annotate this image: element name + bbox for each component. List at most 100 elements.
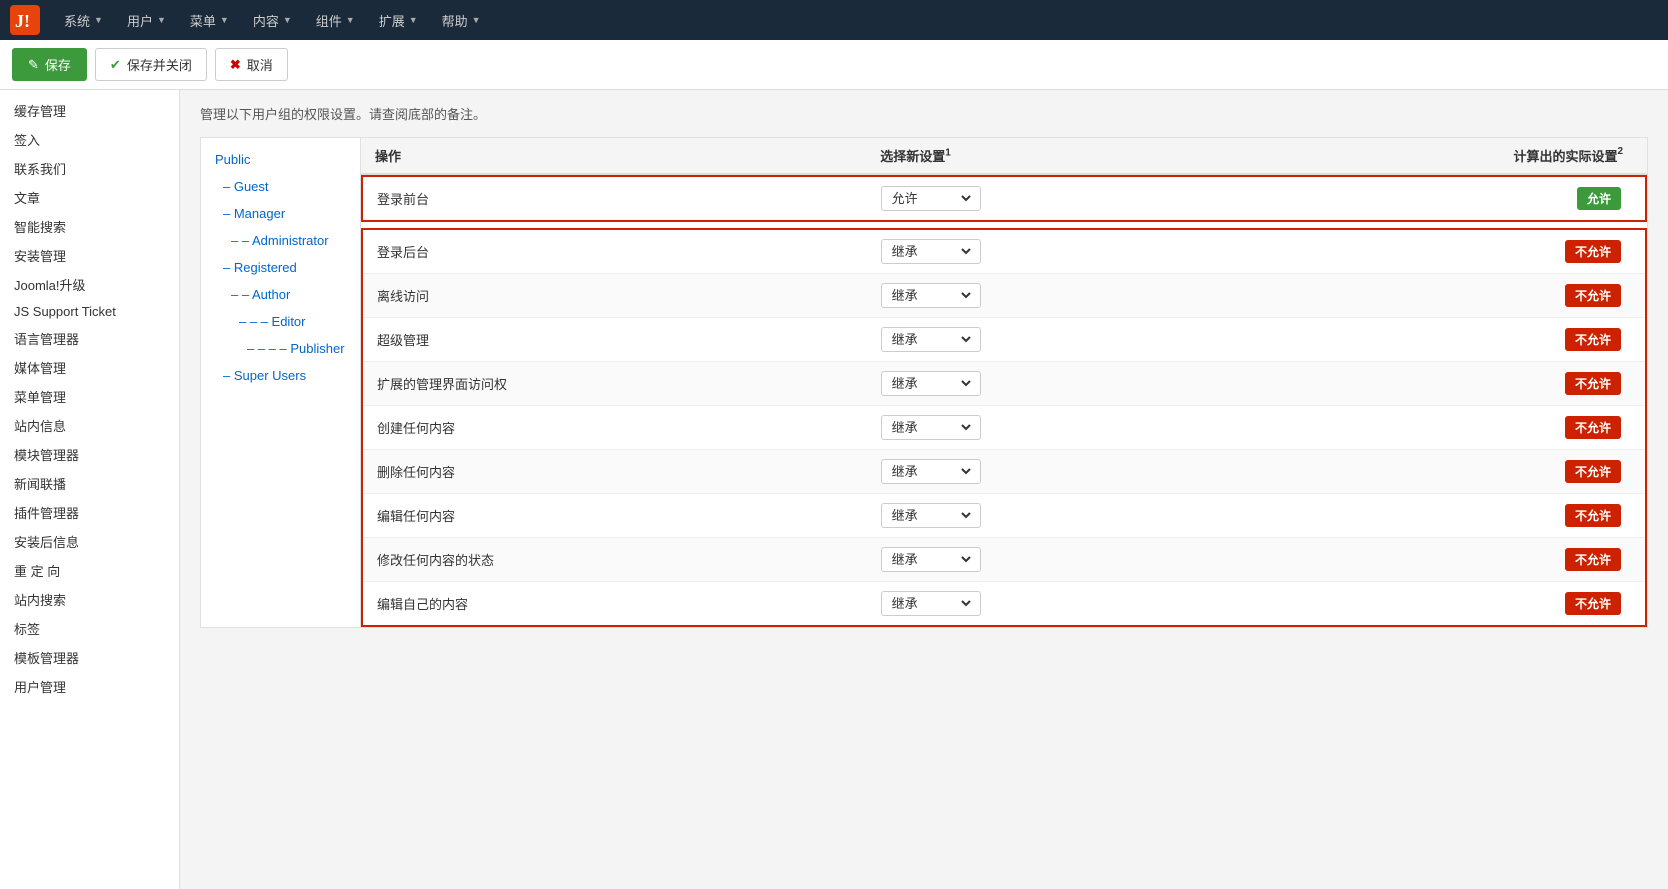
select-input-3[interactable]: 继承允许拒绝 [888,375,974,392]
nav-system[interactable]: 系统 ▼ [54,5,113,36]
sidebar-item-js-support[interactable]: JS Support Ticket [0,299,179,324]
group-guest[interactable]: – Guest [201,173,360,200]
badge-0: 不允许 [1565,240,1621,263]
select-0[interactable]: 继承允许拒绝 [871,239,1251,264]
perm-rest-container: 登录后台 继承允许拒绝 不允许 [361,228,1647,627]
nav-menus[interactable]: 菜单 ▼ [180,5,239,36]
calc-0: 不允许 [1251,240,1631,263]
checkmark-icon: ✔ [110,57,121,73]
nav-users[interactable]: 用户 ▼ [117,5,176,36]
select-input-6[interactable]: 继承允许拒绝 [888,507,974,524]
perm-row-login-front: 登录前台 允许 继承 拒绝 [363,177,1645,220]
group-superusers[interactable]: – Super Users [201,362,360,389]
nav-help-arrow: ▼ [472,15,481,25]
sidebar-item-media[interactable]: 媒体管理 [0,353,179,382]
select-7[interactable]: 继承允许拒绝 [871,547,1251,572]
calc-2: 不允许 [1251,328,1631,351]
calc-5: 不允许 [1251,460,1631,483]
perm-row-6: 编辑任何内容 继承允许拒绝 不允许 [363,494,1645,538]
perm-row-7: 修改任何内容的状态 继承允许拒绝 不允许 [363,538,1645,582]
calc-6: 不允许 [1251,504,1631,527]
cancel-button[interactable]: ✖ 取消 [215,48,288,81]
select-input-1[interactable]: 继承允许拒绝 [888,287,974,304]
sidebar-item-checkin[interactable]: 签入 [0,125,179,154]
calc-7: 不允许 [1251,548,1631,571]
sidebar-item-redirect[interactable]: 重 定 向 [0,556,179,585]
select-input-0[interactable]: 继承允许拒绝 [888,243,974,260]
select-6[interactable]: 继承允许拒绝 [871,503,1251,528]
sidebar-item-joomla-upgrade[interactable]: Joomla!升级 [0,270,179,299]
sidebar-item-templates[interactable]: 模板管理器 [0,643,179,672]
sidebar-item-contacts[interactable]: 联系我们 [0,154,179,183]
sidebar-item-plugins[interactable]: 插件管理器 [0,498,179,527]
action-7: 修改任何内容的状态 [377,550,871,569]
sidebar-item-language[interactable]: 语言管理器 [0,324,179,353]
group-manager[interactable]: – Manager [201,200,360,227]
badge-3: 不允许 [1565,372,1621,395]
action-2: 超级管理 [377,330,871,349]
svg-text:J!: J! [15,11,30,31]
select-input-8[interactable]: 继承允许拒绝 [888,595,974,612]
badge-2: 不允许 [1565,328,1621,351]
top-navigation: J! 系统 ▼ 用户 ▼ 菜单 ▼ 内容 ▼ 组件 ▼ 扩展 ▼ 帮助 ▼ [0,0,1668,40]
sidebar-item-smart-search[interactable]: 智能搜索 [0,212,179,241]
badge-8: 不允许 [1565,592,1621,615]
sidebar-item-cache[interactable]: 缓存管理 [0,96,179,125]
sidebar-item-tags[interactable]: 标签 [0,614,179,643]
nav-system-arrow: ▼ [94,15,103,25]
select-4[interactable]: 继承允许拒绝 [871,415,1251,440]
nav-content-arrow: ▼ [283,15,292,25]
sidebar-item-newsfeeds[interactable]: 新闻联播 [0,469,179,498]
sidebar-item-post-install[interactable]: 安装后信息 [0,527,179,556]
nav-content[interactable]: 内容 ▼ [243,5,302,36]
group-registered[interactable]: – Registered [201,254,360,281]
group-public[interactable]: Public [201,146,360,173]
sidebar-item-modules[interactable]: 模块管理器 [0,440,179,469]
select-input-5[interactable]: 继承允许拒绝 [888,463,974,480]
nav-components[interactable]: 组件 ▼ [306,5,365,36]
badge-4: 不允许 [1565,416,1621,439]
select-5[interactable]: 继承允许拒绝 [871,459,1251,484]
group-administrator[interactable]: – – Administrator [201,227,360,254]
sidebar-item-install[interactable]: 安装管理 [0,241,179,270]
joomla-logo: J! [10,5,40,35]
action-5: 删除任何内容 [377,462,871,481]
perm-row-2: 超级管理 继承允许拒绝 不允许 [363,318,1645,362]
select-input-7[interactable]: 继承允许拒绝 [888,551,974,568]
select-2[interactable]: 继承允许拒绝 [871,327,1251,352]
action-1: 离线访问 [377,286,871,305]
action-8: 编辑自己的内容 [377,594,871,613]
calc-4: 不允许 [1251,416,1631,439]
sidebar-item-menus[interactable]: 菜单管理 [0,382,179,411]
select-3[interactable]: 继承允许拒绝 [871,371,1251,396]
perm-row-1: 离线访问 继承允许拒绝 不允许 [363,274,1645,318]
group-editor[interactable]: – – – Editor [201,308,360,335]
perm-row-8: 编辑自己的内容 继承允许拒绝 不允许 [363,582,1645,625]
select-1[interactable]: 继承允许拒绝 [871,283,1251,308]
action-0: 登录后台 [377,242,871,261]
group-author[interactable]: – – Author [201,281,360,308]
nav-extensions[interactable]: 扩展 ▼ [369,5,428,36]
sidebar-item-users[interactable]: 用户管理 [0,672,179,701]
select-login-front-input[interactable]: 允许 继承 拒绝 [888,190,974,207]
sidebar-item-search[interactable]: 站内搜索 [0,585,179,614]
action-4: 创建任何内容 [377,418,871,437]
select-login-front[interactable]: 允许 继承 拒绝 [871,186,1251,211]
save-close-button[interactable]: ✔ 保存并关闭 [95,48,207,81]
nav-components-arrow: ▼ [346,15,355,25]
group-publisher[interactable]: – – – – Publisher [201,335,360,362]
select-input-2[interactable]: 继承允许拒绝 [888,331,974,348]
toolbar: ✎ 保存 ✔ 保存并关闭 ✖ 取消 [0,40,1668,90]
nav-help[interactable]: 帮助 ▼ [432,5,491,36]
badge-1: 不允许 [1565,284,1621,307]
save-button[interactable]: ✎ 保存 [12,48,87,81]
calc-8: 不允许 [1251,592,1631,615]
action-login-front: 登录前台 [377,189,871,208]
select-8[interactable]: 继承允许拒绝 [871,591,1251,616]
badge-allow-login-front: 允许 [1577,187,1621,210]
sidebar-item-articles[interactable]: 文章 [0,183,179,212]
select-input-4[interactable]: 继承允许拒绝 [888,419,974,436]
header-action: 操作 [375,146,870,165]
calc-login-front: 允许 [1251,187,1631,210]
sidebar-item-messages[interactable]: 站内信息 [0,411,179,440]
